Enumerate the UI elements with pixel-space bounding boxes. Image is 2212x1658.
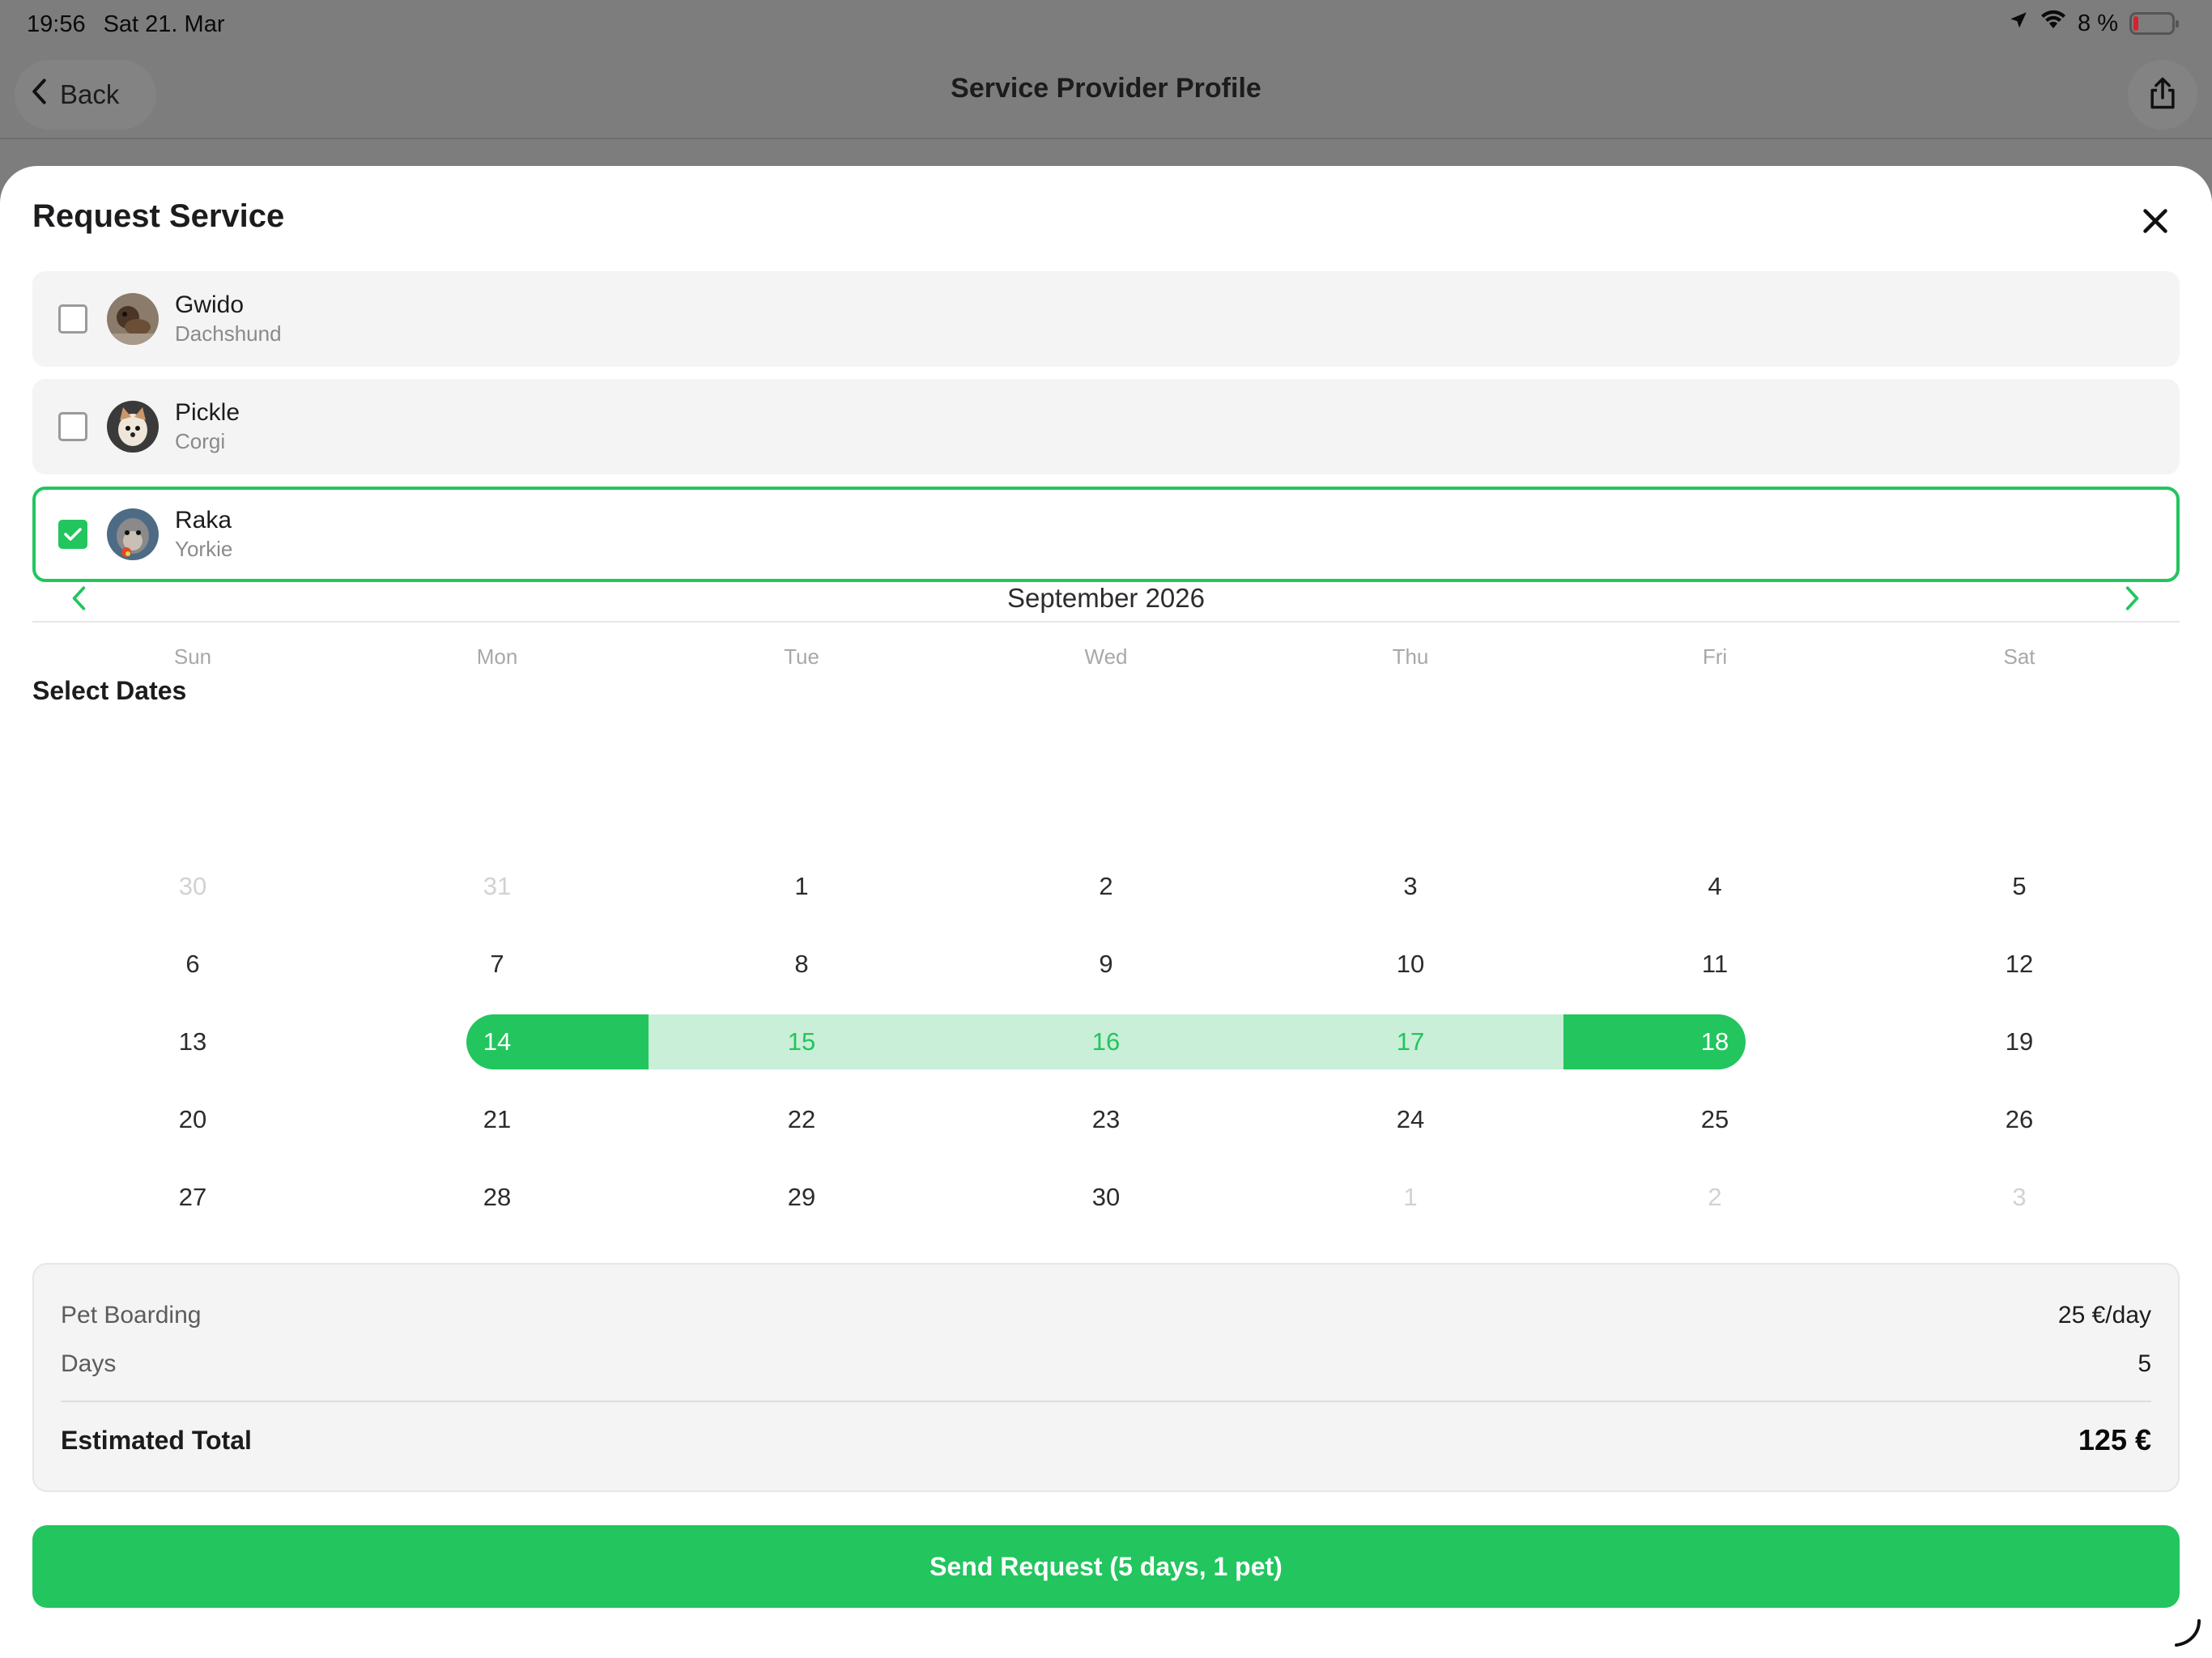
navigation-bar: Back Service Provider Profile [0, 52, 2212, 139]
close-icon [2142, 207, 2169, 239]
send-request-button[interactable]: Send Request (5 days, 1 pet) [32, 1525, 2180, 1608]
weekday-label: Mon [476, 644, 518, 669]
weekday-label: Wed [1084, 644, 1128, 669]
select-dates-title: Select Dates [32, 676, 187, 705]
calendar-day[interactable]: 19 [1867, 1003, 2172, 1081]
sheet-title: Request Service [32, 198, 285, 234]
close-button[interactable] [2131, 198, 2180, 247]
calendar-day[interactable]: 8 [649, 925, 954, 1003]
calendar-day[interactable]: 26 [1867, 1081, 2172, 1158]
calendar-day[interactable]: 6 [40, 925, 345, 1003]
calendar-day[interactable]: 29 [649, 1158, 954, 1236]
calendar-day[interactable]: 20 [40, 1081, 345, 1158]
calendar-day[interactable]: 24 [1258, 1081, 1563, 1158]
pet-name: Raka [175, 507, 232, 534]
calendar-day[interactable]: 4 [1563, 848, 1867, 925]
calendar-day[interactable]: 2 [954, 848, 1258, 925]
calendar-day-range-start[interactable]: 14 [345, 1003, 649, 1081]
days-label: Days [61, 1350, 117, 1377]
total-label: Estimated Total [61, 1425, 252, 1455]
service-rate: 25 €/day [2057, 1302, 2151, 1329]
battery-icon [2129, 12, 2179, 35]
share-button[interactable] [2128, 60, 2197, 130]
calendar-day-in-range[interactable]: 16 [954, 1003, 1258, 1081]
battery-percent: 8 % [2078, 10, 2118, 36]
status-date: Sat 21. Mar [103, 11, 225, 37]
service-label: Pet Boarding [61, 1302, 202, 1329]
calendar-day[interactable]: 13 [40, 1003, 345, 1081]
weekday-label: Thu [1392, 644, 1429, 669]
pet-breed: Yorkie [175, 537, 233, 561]
pet-checkbox-raka[interactable] [58, 520, 87, 549]
calendar-day[interactable]: 11 [1563, 925, 1867, 1003]
calendar-day: 31 [483, 872, 512, 900]
chevron-right-icon [2123, 585, 2141, 615]
calendar-day[interactable]: 7 [345, 925, 649, 1003]
pet-breed: Corgi [175, 429, 226, 453]
calendar-day[interactable]: 28 [345, 1158, 649, 1236]
calendar-day[interactable]: 22 [649, 1081, 954, 1158]
calendar-day-range-end[interactable]: 18 [1563, 1003, 1867, 1081]
weekday-label: Sat [2003, 644, 2035, 669]
pet-name: Pickle [175, 399, 240, 426]
calendar-grid: 30 31 1 2 3 4 5 6 7 8 9 10 11 12 13 14 1… [40, 848, 2172, 1236]
pet-checkbox-pickle[interactable] [58, 412, 87, 441]
weekday-label: Tue [784, 644, 819, 669]
calendar-day: 1 [1403, 1183, 1418, 1211]
weekday-label: Fri [1702, 644, 1728, 669]
pet-row-gwido[interactable]: Gwido Dachshund [32, 271, 2180, 367]
avatar [107, 508, 159, 560]
calendar-day[interactable]: 5 [1867, 848, 2172, 925]
checkmark-icon [64, 528, 82, 541]
total-value: 125 € [2078, 1423, 2151, 1456]
pet-row-pickle[interactable]: Pickle Corgi [32, 379, 2180, 474]
calendar-day[interactable]: 10 [1258, 925, 1563, 1003]
price-summary: Pet Boarding 25 €/day Days 5 Estimated T… [32, 1263, 2180, 1492]
status-time: 19:56 [27, 11, 86, 37]
calendar-day: 3 [2012, 1183, 2027, 1211]
calendar-day[interactable]: 25 [1563, 1081, 1867, 1158]
calendar-day[interactable]: 9 [954, 925, 1258, 1003]
calendar-day[interactable]: 23 [954, 1081, 1258, 1158]
calendar-day-in-range[interactable]: 17 [1258, 1003, 1563, 1081]
avatar [107, 293, 159, 345]
pet-breed: Dachshund [175, 321, 282, 346]
calendar-day-in-range[interactable]: 15 [649, 1003, 954, 1081]
divider [32, 621, 2180, 623]
page-title: Service Provider Profile [951, 73, 1261, 104]
share-icon [2148, 76, 2177, 114]
resize-handle-icon [2170, 1616, 2202, 1648]
month-label: September 2026 [1006, 583, 1205, 613]
weekday-label: Sun [173, 644, 212, 669]
weekday-header: Sun Mon Tue Wed Thu Fri Sat [40, 644, 2172, 670]
calendar-day[interactable]: 1 [649, 848, 954, 925]
days-value: 5 [2138, 1350, 2151, 1377]
divider [61, 1401, 2151, 1402]
pet-checkbox-gwido[interactable] [58, 304, 87, 334]
location-icon [2008, 10, 2029, 37]
calendar-day[interactable]: 27 [40, 1158, 345, 1236]
calendar-day[interactable]: 12 [1867, 925, 2172, 1003]
calendar-day[interactable]: 30 [954, 1158, 1258, 1236]
calendar-day[interactable]: 3 [1258, 848, 1563, 925]
next-month-button[interactable] [2112, 580, 2152, 620]
wifi-icon [2040, 10, 2066, 37]
pet-row-raka[interactable]: Raka Yorkie [32, 487, 2180, 582]
status-bar: 19:56 Sat 21. Mar 8 % [0, 0, 2212, 52]
calendar-day[interactable]: 21 [345, 1081, 649, 1158]
pet-name: Gwido [175, 291, 245, 318]
avatar [107, 401, 159, 453]
calendar-day: 30 [178, 872, 207, 900]
calendar-day: 2 [1708, 1183, 1722, 1211]
